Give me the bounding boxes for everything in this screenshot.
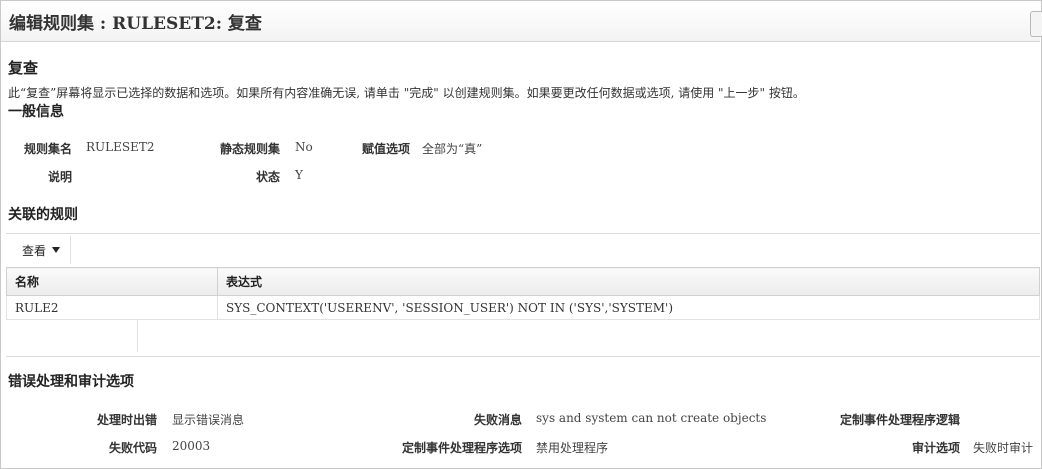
- ruleset-name-label: 规则集名: [23, 142, 72, 156]
- page-header: 编辑规则集 : RULESET2: 复查: [1, 1, 1042, 42]
- fail-message-value: sys and system can not create objects: [536, 411, 767, 425]
- rules-toolbar: 查看: [6, 234, 1040, 266]
- fail-message-label: 失败消息: [473, 413, 522, 427]
- header-action-button[interactable]: [1030, 11, 1042, 37]
- fail-code-label: 失败代码: [108, 441, 157, 455]
- view-menu-label: 查看: [22, 243, 47, 258]
- rule-expression-cell: SYS_CONTEXT('USERENV', 'SESSION_USER') N…: [217, 295, 1040, 320]
- static-ruleset-label: 静态规则集: [219, 142, 280, 156]
- error-handling-label: 处理时出错: [96, 413, 157, 427]
- table-header-row: 名称 表达式: [6, 267, 1040, 296]
- page-title: 编辑规则集 : RULESET2: 复查: [9, 14, 262, 34]
- eval-option-value: 全部为“真”: [422, 142, 483, 156]
- caret-down-icon: [52, 247, 61, 253]
- table-footer-stub: [6, 320, 138, 352]
- ruleset-name-value: RULESET2: [86, 140, 155, 154]
- review-instructions: 此“复查”屏幕将显示已选择的数据和选项。如果所有内容准确无误, 请单击 "完成"…: [8, 86, 805, 100]
- audit-option-value: 失败时审计: [973, 441, 1034, 455]
- audit-option-label: 审计选项: [911, 441, 960, 455]
- column-header-name[interactable]: 名称: [6, 267, 218, 296]
- status-label: 状态: [255, 170, 280, 184]
- column-header-expression[interactable]: 表达式: [217, 267, 1040, 296]
- error-handling-value: 显示错误消息: [172, 413, 245, 427]
- description-label: 说明: [47, 170, 72, 184]
- associated-rules-title: 关联的规则: [8, 207, 78, 223]
- custom-handler-option-value: 禁用处理程序: [536, 441, 609, 455]
- review-title: 复查: [8, 59, 39, 77]
- eval-option-label: 赋值选项: [361, 142, 410, 156]
- static-ruleset-value: No: [295, 140, 313, 154]
- rule-name-cell: RULE2: [6, 295, 218, 320]
- custom-handler-option-label: 定制事件处理程序选项: [401, 441, 522, 455]
- fail-code-value: 20003: [172, 439, 211, 453]
- custom-handler-logic-label: 定制事件处理程序逻辑: [839, 413, 960, 427]
- error-audit-title: 错误处理和审计选项: [8, 374, 134, 390]
- rules-table: 名称 表达式 RULE2 SYS_CONTEXT('USERENV', 'SES…: [6, 267, 1040, 320]
- general-info-title: 一般信息: [8, 104, 64, 120]
- status-value: Y: [295, 168, 303, 182]
- table-row[interactable]: RULE2 SYS_CONTEXT('USERENV', 'SESSION_US…: [6, 295, 1040, 320]
- view-menu-button[interactable]: 查看: [12, 236, 72, 264]
